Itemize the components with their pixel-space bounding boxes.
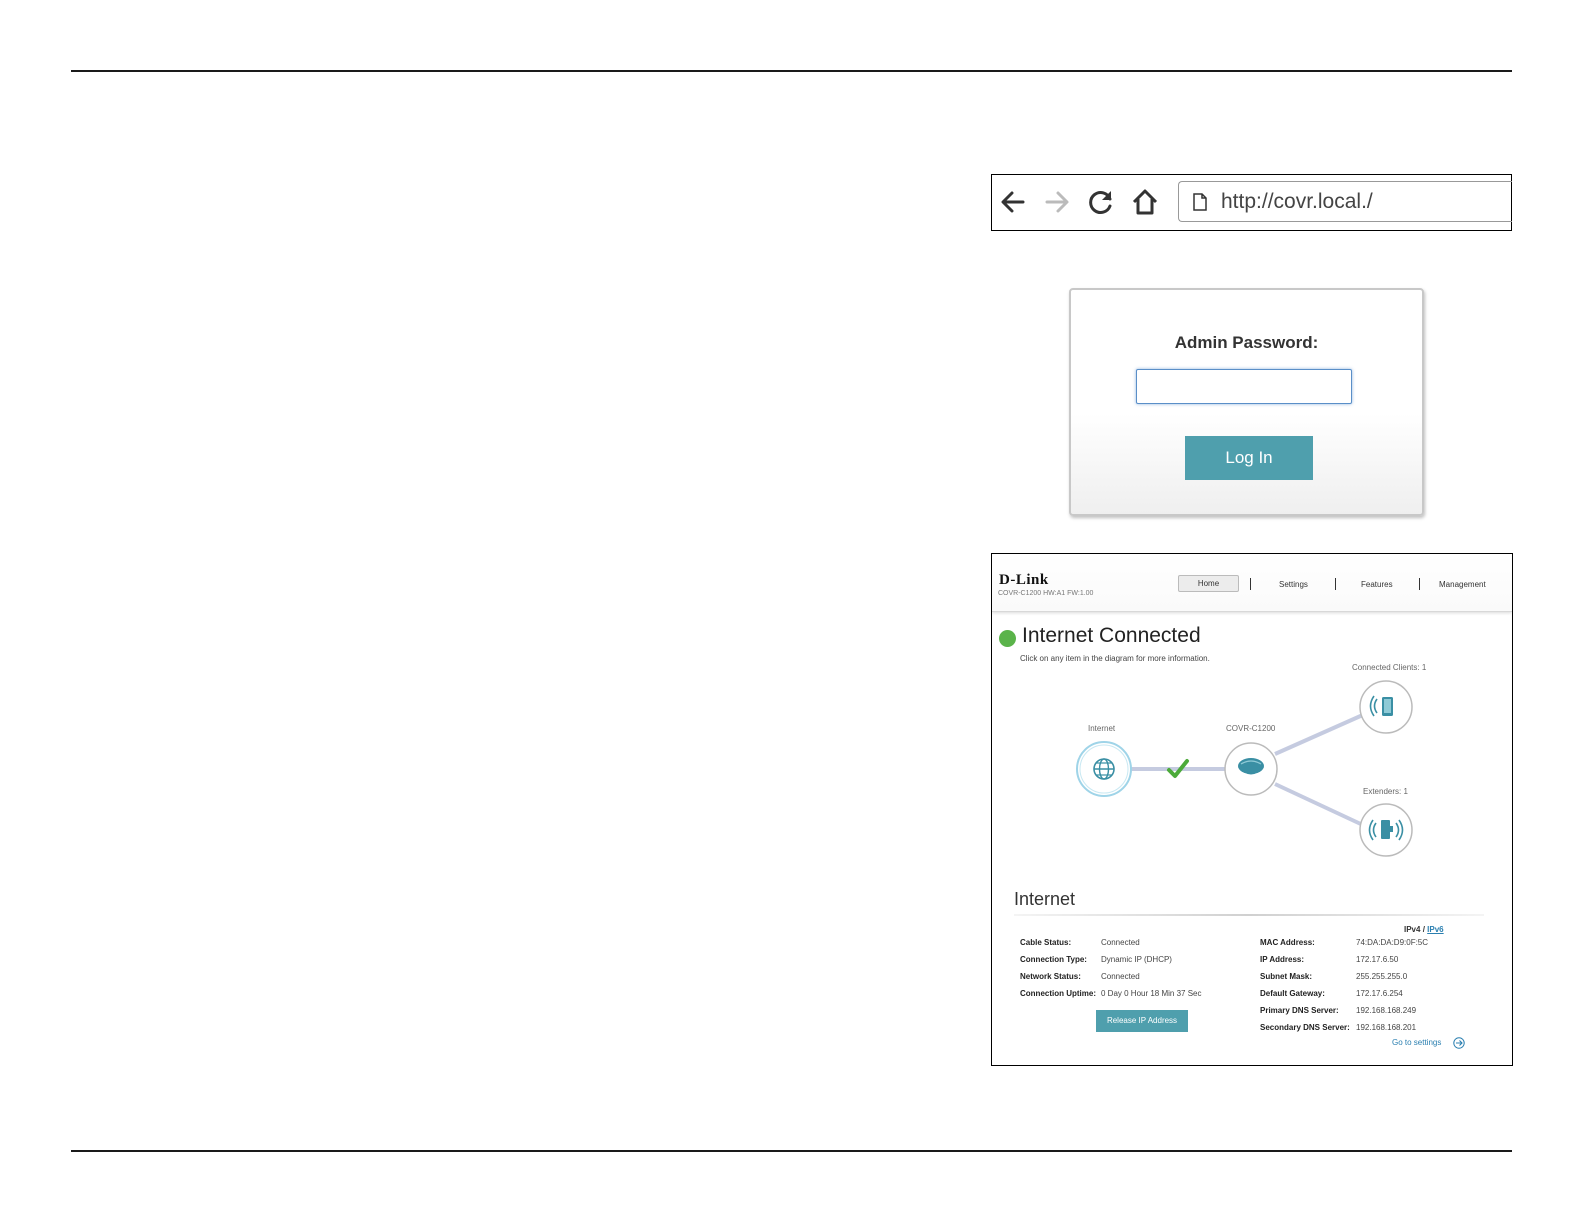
address-bar[interactable]: http://covr.local./	[1178, 181, 1512, 222]
cable-status-value: Connected	[1101, 938, 1140, 947]
connection-type-value: Dynamic IP (DHCP)	[1101, 955, 1172, 964]
release-ip-button[interactable]: Release IP Address	[1096, 1010, 1188, 1032]
default-gateway-key: Default Gateway:	[1260, 989, 1325, 998]
subnet-mask-value: 255.255.255.0	[1356, 972, 1408, 981]
network-status-key: Network Status:	[1020, 972, 1081, 981]
top-divider	[71, 70, 1512, 72]
router-node[interactable]	[1224, 742, 1278, 796]
connected-clients-label: Connected Clients: 1	[1352, 663, 1427, 672]
secondary-dns-key: Secondary DNS Server:	[1260, 1023, 1350, 1032]
primary-dns-value: 192.168.168.249	[1356, 1006, 1417, 1015]
internet-node-label: Internet	[1088, 724, 1116, 733]
admin-password-input[interactable]	[1136, 369, 1352, 404]
arrow-circle-right-icon[interactable]	[1453, 1037, 1465, 1049]
router-node-label: COVR-C1200	[1226, 724, 1276, 733]
secondary-dns-value: 192.168.168.201	[1356, 1023, 1417, 1032]
cable-status-key: Cable Status:	[1020, 938, 1072, 947]
go-to-settings-link[interactable]: Go to settings	[1392, 1038, 1441, 1047]
home-icon[interactable]	[1128, 185, 1162, 219]
ip-address-key: IP Address:	[1260, 955, 1305, 964]
network-diagram	[1076, 680, 1413, 857]
extenders-node[interactable]	[1359, 803, 1413, 857]
mac-address-key: MAC Address:	[1260, 938, 1315, 947]
router-extenders-link	[1274, 782, 1366, 828]
router-clients-link	[1274, 712, 1366, 756]
log-in-button[interactable]: Log In	[1185, 436, 1313, 480]
browser-toolbar: http://covr.local./	[991, 174, 1512, 231]
address-url[interactable]: http://covr.local./	[1221, 190, 1373, 214]
back-arrow-icon[interactable]	[996, 185, 1030, 219]
ipv6-link[interactable]: IPv6	[1427, 925, 1443, 934]
login-panel: Admin Password: Log In	[1069, 288, 1424, 516]
connection-uptime-value: 0 Day 0 Hour 18 Min 37 Sec	[1101, 989, 1202, 998]
default-gateway-value: 172.17.6.254	[1356, 989, 1403, 998]
reload-icon[interactable]	[1084, 185, 1118, 219]
forward-arrow-icon[interactable]	[1040, 185, 1074, 219]
internet-node[interactable]	[1076, 741, 1132, 797]
connection-type-key: Connection Type:	[1020, 955, 1087, 964]
ip-address-value: 172.17.6.50	[1356, 955, 1399, 964]
admin-password-label: Admin Password:	[1174, 333, 1319, 352]
subnet-mask-key: Subnet Mask:	[1260, 972, 1313, 981]
bottom-divider	[71, 1150, 1512, 1152]
ip-version-separator: /	[1422, 925, 1425, 934]
connection-uptime-key: Connection Uptime:	[1020, 989, 1096, 998]
ip-version-toggle: IPv4 / IPv6	[1404, 925, 1444, 934]
page-icon	[1193, 193, 1207, 211]
network-status-value: Connected	[1101, 972, 1140, 981]
ipv4-label: IPv4	[1404, 925, 1421, 934]
mac-address-value: 74:DA:DA:D9:0F:5C	[1356, 938, 1429, 947]
connected-clients-node[interactable]	[1359, 680, 1413, 734]
primary-dns-key: Primary DNS Server:	[1260, 1006, 1339, 1015]
router-dashboard: D-Link COVR-C1200 HW:A1 FW:1.00 Home Set…	[991, 553, 1513, 1066]
internet-section-title: Internet	[1014, 889, 1076, 909]
section-divider	[1014, 914, 1484, 916]
extenders-label: Extenders: 1	[1363, 787, 1408, 796]
